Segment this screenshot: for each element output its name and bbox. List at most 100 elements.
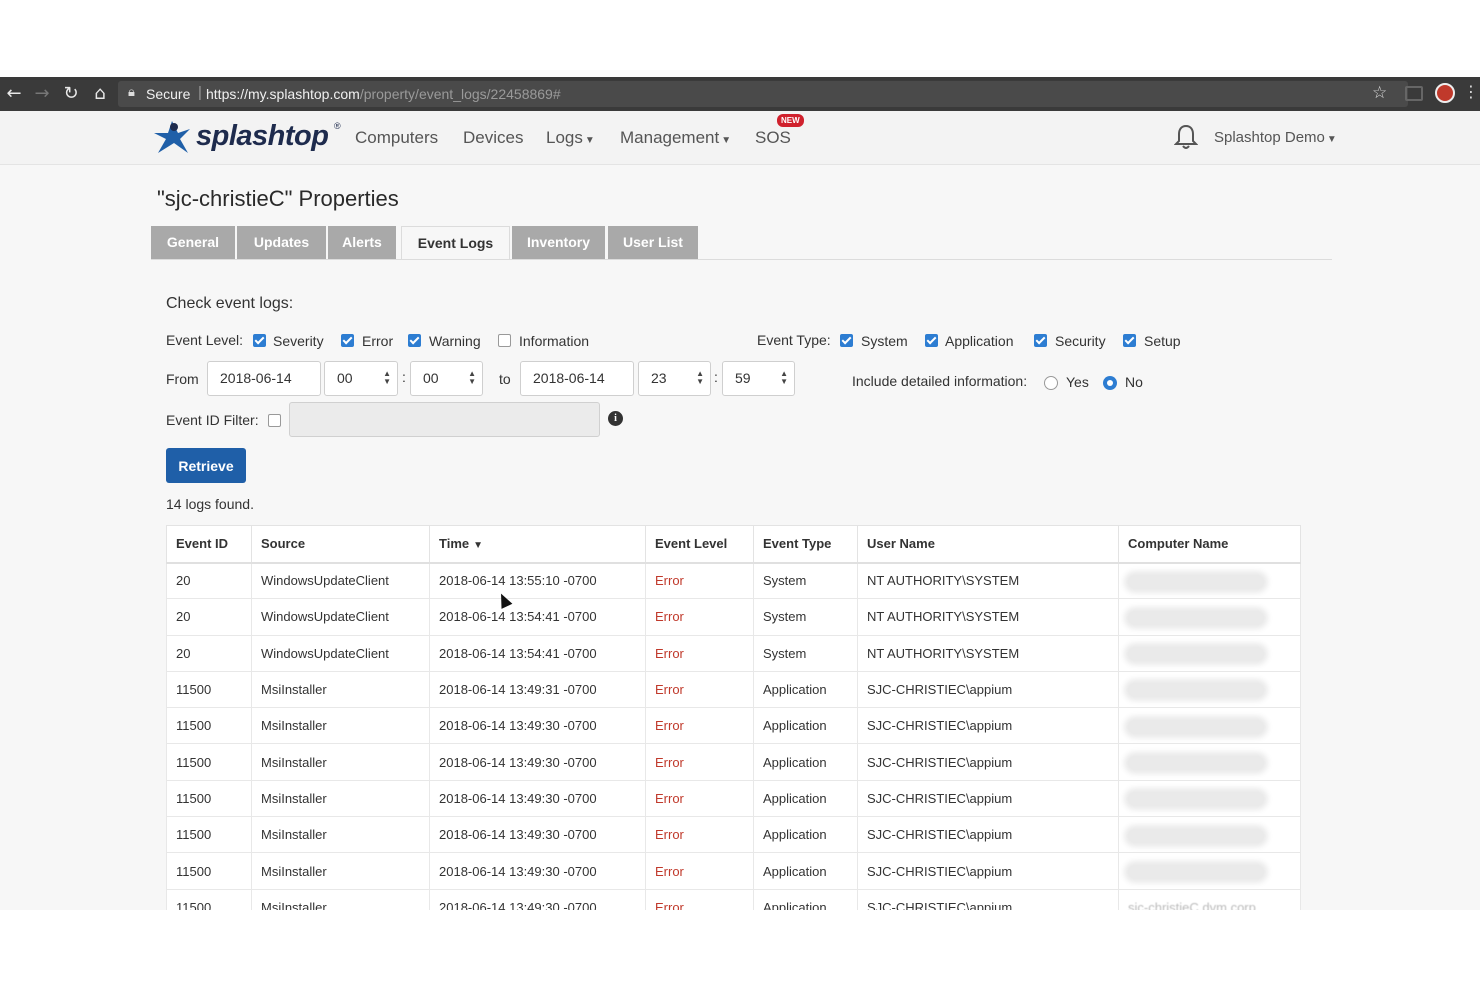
information-checkbox[interactable]	[498, 334, 511, 347]
cell-event-type: System	[753, 561, 858, 600]
table-row[interactable]: 11500 MsiInstaller 2018-06-14 13:49:31 -07…	[166, 670, 1301, 709]
retrieve-button[interactable]: Retrieve	[166, 448, 246, 483]
page-title: "sjc-christieC" Properties	[157, 186, 399, 211]
info-icon[interactable]: i	[608, 411, 623, 426]
forward-icon[interactable]: →	[31, 83, 53, 105]
from-date-input[interactable]: 2018-06-14	[207, 361, 321, 396]
table-row[interactable]: 20 WindowsUpdateClient 2018-06-14 13:55:10…	[166, 561, 1301, 600]
col-user-name[interactable]: User Name	[857, 525, 1119, 564]
col-event-type[interactable]: Event Type	[753, 525, 858, 564]
table-row[interactable]: 11500 MsiInstaller 2018-06-14 13:49:30 -07…	[166, 707, 1301, 745]
from-hour-select[interactable]: 00 ▲ ▼	[324, 361, 398, 396]
table-row[interactable]: 11500 MsiInstaller 2018-06-14 13:49:30 -07…	[166, 779, 1301, 818]
cell-event-type: System	[753, 598, 858, 636]
browser-menu-icon[interactable]: ⋮	[1463, 82, 1479, 101]
detailed-no-label: No	[1125, 374, 1143, 390]
nav-sos[interactable]: SOS	[755, 128, 791, 148]
cell-user-name: SJC-CHRISTIEC\appium	[857, 707, 1119, 745]
col-source[interactable]: Source	[251, 525, 430, 564]
cell-user-name: SJC-CHRISTIEC\appium	[857, 670, 1119, 709]
app-header: splashtop ® Computers Devices Logs ▼ Mana…	[0, 111, 1480, 165]
url-text[interactable]: https://my.splashtop.com/property/event_…	[206, 86, 561, 102]
cell-source: WindowsUpdateClient	[251, 561, 430, 600]
cell-event-level: Error	[645, 598, 754, 636]
address-bar[interactable]: 🔒︎ Secure | https://my.splashtop.com/pro…	[118, 81, 1408, 107]
cast-icon[interactable]	[1405, 86, 1423, 101]
cell-computer-name	[1118, 707, 1301, 745]
to-minute-select[interactable]: 59 ▲ ▼	[722, 361, 795, 396]
to-hour-select[interactable]: 23 ▲ ▼	[638, 361, 711, 396]
col-event-id[interactable]: Event ID	[166, 525, 252, 564]
cell-event-level: Error	[645, 816, 754, 854]
security-checkbox[interactable]	[1034, 334, 1047, 347]
cell-source: MsiInstaller	[251, 888, 430, 910]
extension-icon[interactable]	[1435, 83, 1455, 103]
application-checkbox[interactable]	[925, 334, 938, 347]
setup-checkbox[interactable]	[1123, 334, 1136, 347]
back-icon[interactable]: ←	[3, 83, 25, 105]
splashtop-logo[interactable]: splashtop ®	[152, 117, 352, 157]
col-computer-name[interactable]: Computer Name	[1118, 525, 1301, 564]
to-date-input[interactable]: 2018-06-14	[520, 361, 634, 396]
event-id-filter-checkbox[interactable]	[268, 414, 281, 427]
tab-general[interactable]: General	[151, 226, 235, 259]
bookmark-star-icon[interactable]: ☆	[1372, 83, 1387, 103]
system-checkbox[interactable]	[840, 334, 853, 347]
warning-checkbox[interactable]	[408, 334, 421, 347]
event-id-input[interactable]	[289, 402, 600, 437]
cell-source: MsiInstaller	[251, 779, 430, 818]
cell-event-id: 11500	[166, 779, 252, 818]
severity-checkbox[interactable]	[253, 334, 266, 347]
user-menu[interactable]: Splashtop Demo ▼	[1214, 129, 1337, 146]
cell-source: MsiInstaller	[251, 670, 430, 709]
tab-inventory[interactable]: Inventory	[512, 226, 605, 259]
tab-alerts[interactable]: Alerts	[328, 226, 396, 259]
cell-event-type: Application	[753, 670, 858, 709]
logo-trademark: ®	[334, 121, 341, 131]
table-row[interactable]: 11500 MsiInstaller 2018-06-14 13:49:30 -07…	[166, 852, 1301, 890]
chevron-down-icon: ▼	[721, 135, 732, 146]
col-event-level[interactable]: Event Level	[645, 525, 754, 564]
lock-icon: 🔒︎	[128, 85, 135, 100]
tab-updates[interactable]: Updates	[237, 226, 326, 259]
cell-user-name: SJC-CHRISTIEC\appium	[857, 816, 1119, 854]
cell-time: 2018-06-14 13:54:41 -0700	[429, 598, 646, 636]
detailed-yes-radio[interactable]	[1044, 376, 1058, 390]
cell-user-name: NT AUTHORITY\SYSTEM	[857, 598, 1119, 636]
application-label: Application	[945, 333, 1014, 349]
nav-computers[interactable]: Computers	[355, 128, 438, 148]
cell-event-level: Error	[645, 888, 754, 910]
nav-management[interactable]: Management ▼	[620, 128, 731, 148]
spinner-icon: ▲ ▼	[383, 369, 391, 386]
cell-time: 2018-06-14 13:49:30 -0700	[429, 707, 646, 745]
cell-event-level: Error	[645, 634, 754, 672]
url-path: /property/event_logs/22458869#	[359, 86, 561, 102]
notification-bell-icon[interactable]	[1174, 123, 1198, 151]
table-row[interactable]: 20 WindowsUpdateClient 2018-06-14 13:54:41…	[166, 634, 1301, 672]
cell-source: MsiInstaller	[251, 743, 430, 781]
error-checkbox[interactable]	[341, 334, 354, 347]
table-row[interactable]: 11500 MsiInstaller 2018-06-14 13:49:30 -07…	[166, 888, 1301, 910]
table-row[interactable]: 11500 MsiInstaller 2018-06-14 13:49:30 -07…	[166, 816, 1301, 854]
cell-source: MsiInstaller	[251, 816, 430, 854]
screen: ← → ↻ ⌂ 🔒︎ Secure | https://my.splashtop…	[0, 77, 1480, 910]
col-time[interactable]: Time ▼	[429, 525, 646, 564]
detailed-no-radio[interactable]	[1103, 376, 1117, 390]
redacted-computer-name	[1128, 683, 1264, 698]
cell-time: 2018-06-14 13:49:30 -0700	[429, 779, 646, 818]
cell-user-name: NT AUTHORITY\SYSTEM	[857, 634, 1119, 672]
nav-logs[interactable]: Logs ▼	[546, 128, 595, 148]
tab-event-logs[interactable]: Event Logs	[401, 226, 510, 260]
from-minute-select[interactable]: 00 ▲ ▼	[410, 361, 483, 396]
nav-devices[interactable]: Devices	[463, 128, 523, 148]
user-name: Splashtop Demo	[1214, 129, 1325, 146]
redacted-computer-name	[1128, 792, 1264, 807]
table-row[interactable]: 20 WindowsUpdateClient 2018-06-14 13:54:41…	[166, 598, 1301, 636]
table-row[interactable]: 11500 MsiInstaller 2018-06-14 13:49:30 -07…	[166, 743, 1301, 781]
cell-event-level: Error	[645, 743, 754, 781]
cell-event-id: 11500	[166, 743, 252, 781]
home-icon[interactable]: ⌂	[89, 83, 111, 105]
tab-user-list[interactable]: User List	[608, 226, 698, 259]
redacted-computer-name	[1128, 610, 1264, 625]
reload-icon[interactable]: ↻	[60, 83, 82, 105]
